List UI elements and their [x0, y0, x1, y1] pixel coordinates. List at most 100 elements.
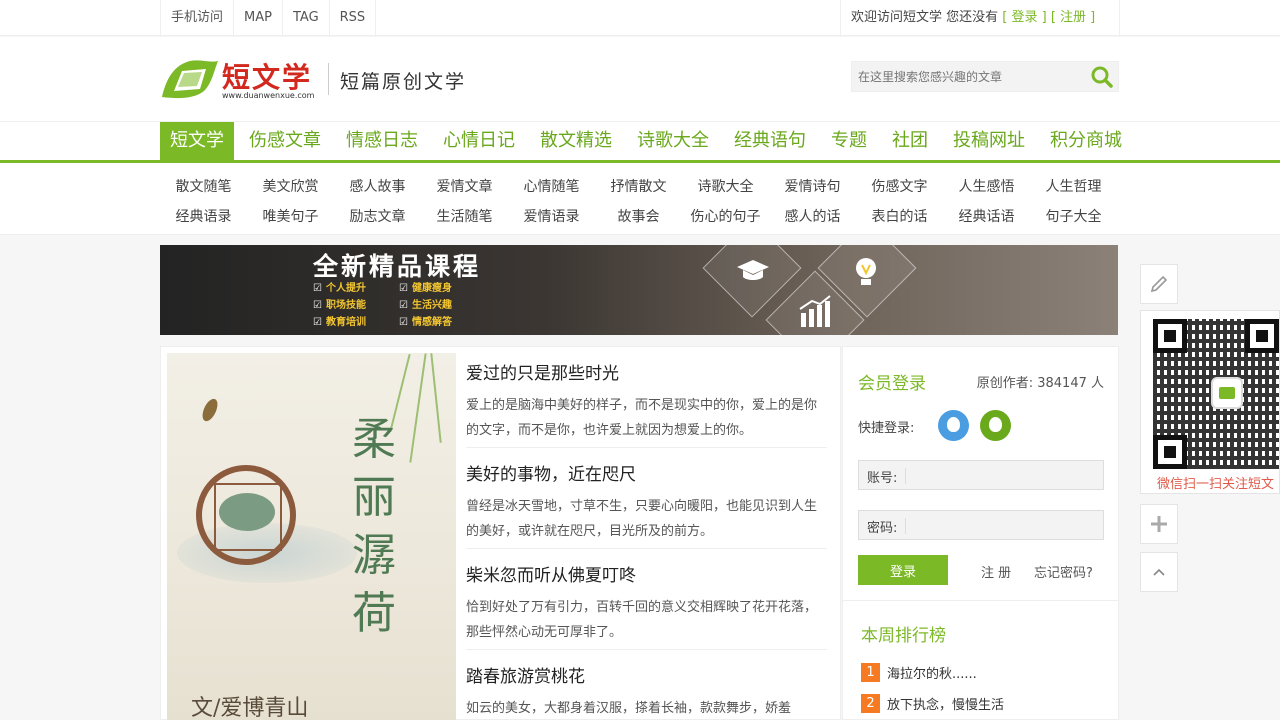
subnav-item[interactable]: 句子大全 [1030, 206, 1117, 226]
nav-mood-diary[interactable]: 心情日记 [433, 122, 525, 160]
article-summary: 爱上的是脑海中美好的样子，而不是现实中的你，爱上的是你的文字，而不是你，也许爱上… [466, 398, 818, 438]
nav-points-mall[interactable]: 积分商城 [1040, 122, 1132, 160]
article-item[interactable]: 爱过的只是那些时光 爱上的是脑海中美好的样子，而不是现实中的你，爱上的是你的文字… [466, 347, 827, 448]
lightbulb-icon [856, 258, 876, 285]
article-title[interactable]: 踏春旅游赏桃花 [466, 666, 827, 688]
subnav-item[interactable]: 诗歌大全 [682, 176, 769, 196]
nav-emotion-log[interactable]: 情感日志 [336, 122, 428, 160]
course-banner[interactable]: 全新精品课程 个人提升 健康瘦身 职场技能 生活兴趣 教育培训 情感解答 [160, 245, 1118, 335]
article-item[interactable]: 踏春旅游赏桃花 如云的美女，大都身着汉服，搽着长袖，款款舞步，娇羞 [466, 650, 827, 720]
subnav-item[interactable]: 励志文章 [334, 206, 421, 226]
field-separator [905, 468, 906, 484]
banner-feature: 健康瘦身 [399, 279, 485, 296]
password-input[interactable] [909, 511, 1099, 539]
cover-title: 柔丽潺荷 [352, 414, 396, 639]
cover-author: 文/爱博青山 [191, 696, 309, 720]
article-summary: 曾经是冰天雪地，寸草不生，只要心向暖阳，也能见识到人生的美好，或许就在咫尺，目光… [466, 499, 818, 539]
article-title[interactable]: 柴米忽而听从佛夏叮咚 [466, 565, 827, 587]
mobile-link[interactable]: 手机访问 [161, 0, 235, 36]
sidebar-divider [843, 600, 1118, 601]
search-input[interactable] [852, 62, 1088, 91]
subnav-item[interactable]: 爱情诗句 [769, 176, 856, 196]
subnav-item[interactable]: 心情随笔 [508, 176, 595, 196]
qr-caption: 微信扫一扫关注短文 [1157, 477, 1275, 492]
book-leaf-icon [162, 60, 218, 99]
nav-topics[interactable]: 专题 [821, 122, 877, 160]
banner-features: 个人提升 健康瘦身 职场技能 生活兴趣 教育培训 情感解答 [313, 279, 493, 330]
lotus-leaf [219, 493, 275, 531]
subnav-item[interactable]: 伤感文字 [856, 176, 943, 196]
banner-feature: 个人提升 [313, 279, 399, 296]
back-to-top-button[interactable] [1140, 552, 1178, 592]
subnav-item[interactable]: 唯美句子 [247, 206, 334, 226]
map-link[interactable]: MAP [234, 0, 283, 36]
add-tool[interactable] [1140, 504, 1178, 544]
rank-item[interactable]: 2 放下执念，慢慢生活 [861, 693, 1004, 713]
subnav-item[interactable]: 美文欣赏 [247, 176, 334, 196]
article-item[interactable]: 美好的事物，近在咫尺 曾经是冰天雪地，寸草不生，只要心向暖阳，也能见识到人生的美… [466, 448, 827, 549]
subnav-item[interactable]: 爱情文章 [421, 176, 508, 196]
subnav-item[interactable]: 故事会 [595, 206, 682, 226]
search-box [851, 61, 1119, 92]
subnav-item[interactable]: 感人的话 [769, 206, 856, 226]
nav-home[interactable]: 短文学 [160, 122, 234, 160]
featured-content: 柔丽潺荷 文/爱博青山 爱过的只是那些时光 爱上的是脑海中美好的样子，而不是现实… [160, 346, 841, 720]
site-header: 短文学 www.duanwenxue.com 短篇原创文学 [0, 37, 1280, 122]
subnav-item[interactable]: 人生哲理 [1030, 176, 1117, 196]
logo-url: www.duanwenxue.com [222, 91, 315, 100]
search-icon[interactable] [1090, 65, 1114, 89]
register-link[interactable]: 注 册 [981, 562, 1011, 581]
top-login-link[interactable]: [ 登录 ] [1002, 10, 1046, 25]
article-item[interactable]: 柴米忽而听从佛夏叮咚 恰到好处了万有引力，百转千回的意义交相辉映了花开花落，那些… [466, 549, 827, 650]
rank-number: 1 [861, 662, 880, 682]
rank-number: 2 [861, 693, 880, 713]
wechat-login-icon[interactable] [980, 410, 1011, 441]
nav-poetry[interactable]: 诗歌大全 [627, 122, 719, 160]
subnav-item[interactable]: 经典语录 [160, 206, 247, 226]
forgot-password-link[interactable]: 忘记密码? [1034, 562, 1093, 581]
chevron-up-icon [1153, 568, 1165, 576]
subnav-item[interactable]: 爱情语录 [508, 206, 595, 226]
sub-nav-row-1: 散文随笔 美文欣赏 感人故事 爱情文章 心情随笔 抒情散文 诗歌大全 爱情诗句 … [160, 176, 1120, 196]
wechat-qr-box: 微信扫一扫关注短文 [1140, 310, 1280, 494]
subnav-item[interactable]: 表白的话 [856, 206, 943, 226]
subnav-item[interactable]: 散文随笔 [160, 176, 247, 196]
rss-link[interactable]: RSS [330, 0, 377, 36]
graduation-cap-icon [737, 260, 769, 280]
rank-title[interactable]: 放下执念，慢慢生活 [887, 694, 1004, 713]
rank-item[interactable]: 1 海拉尔的秋...... [861, 662, 977, 682]
top-links: 手机访问 MAP TAG RSS [160, 0, 377, 36]
featured-cover-image[interactable]: 柔丽潺荷 文/爱博青山 [167, 353, 456, 720]
login-button[interactable]: 登录 [858, 555, 948, 585]
edit-tool[interactable] [1140, 264, 1178, 304]
field-separator [905, 518, 906, 534]
growth-chart-icon [799, 295, 831, 327]
login-sidebar: 会员登录 原创作者: 384147 人 快捷登录: 账号: 密码: 登录 注 册… [842, 346, 1119, 720]
subnav-item[interactable]: 经典话语 [943, 206, 1030, 226]
article-title[interactable]: 爱过的只是那些时光 [466, 363, 827, 385]
subnav-item[interactable]: 感人故事 [334, 176, 421, 196]
logo-divider [328, 63, 329, 95]
rank-title[interactable]: 海拉尔的秋...... [887, 663, 977, 682]
cicada-icon [202, 398, 218, 422]
nav-submit[interactable]: 投稿网址 [943, 122, 1035, 160]
subnav-item[interactable]: 生活随笔 [421, 206, 508, 226]
nav-quotes[interactable]: 经典语句 [724, 122, 816, 160]
subnav-item[interactable]: 伤心的句子 [682, 206, 769, 226]
tag-link[interactable]: TAG [283, 0, 330, 36]
subnav-item[interactable]: 人生感悟 [943, 176, 1030, 196]
top-register-link[interactable]: [ 注册 ] [1051, 10, 1095, 25]
nav-prose[interactable]: 散文精选 [530, 122, 622, 160]
article-title[interactable]: 美好的事物，近在咫尺 [466, 464, 827, 486]
password-field[interactable]: 密码: [858, 510, 1104, 540]
nav-sad-articles[interactable]: 伤感文章 [239, 122, 331, 160]
qq-login-icon[interactable] [938, 410, 969, 441]
willow-branch [430, 353, 442, 443]
site-logo[interactable]: 短文学 www.duanwenxue.com [160, 55, 330, 103]
banner-feature: 生活兴趣 [399, 296, 485, 313]
account-input[interactable] [909, 461, 1099, 489]
nav-clubs[interactable]: 社团 [882, 122, 938, 160]
banner-feature: 职场技能 [313, 296, 399, 313]
subnav-item[interactable]: 抒情散文 [595, 176, 682, 196]
account-field[interactable]: 账号: [858, 460, 1104, 490]
